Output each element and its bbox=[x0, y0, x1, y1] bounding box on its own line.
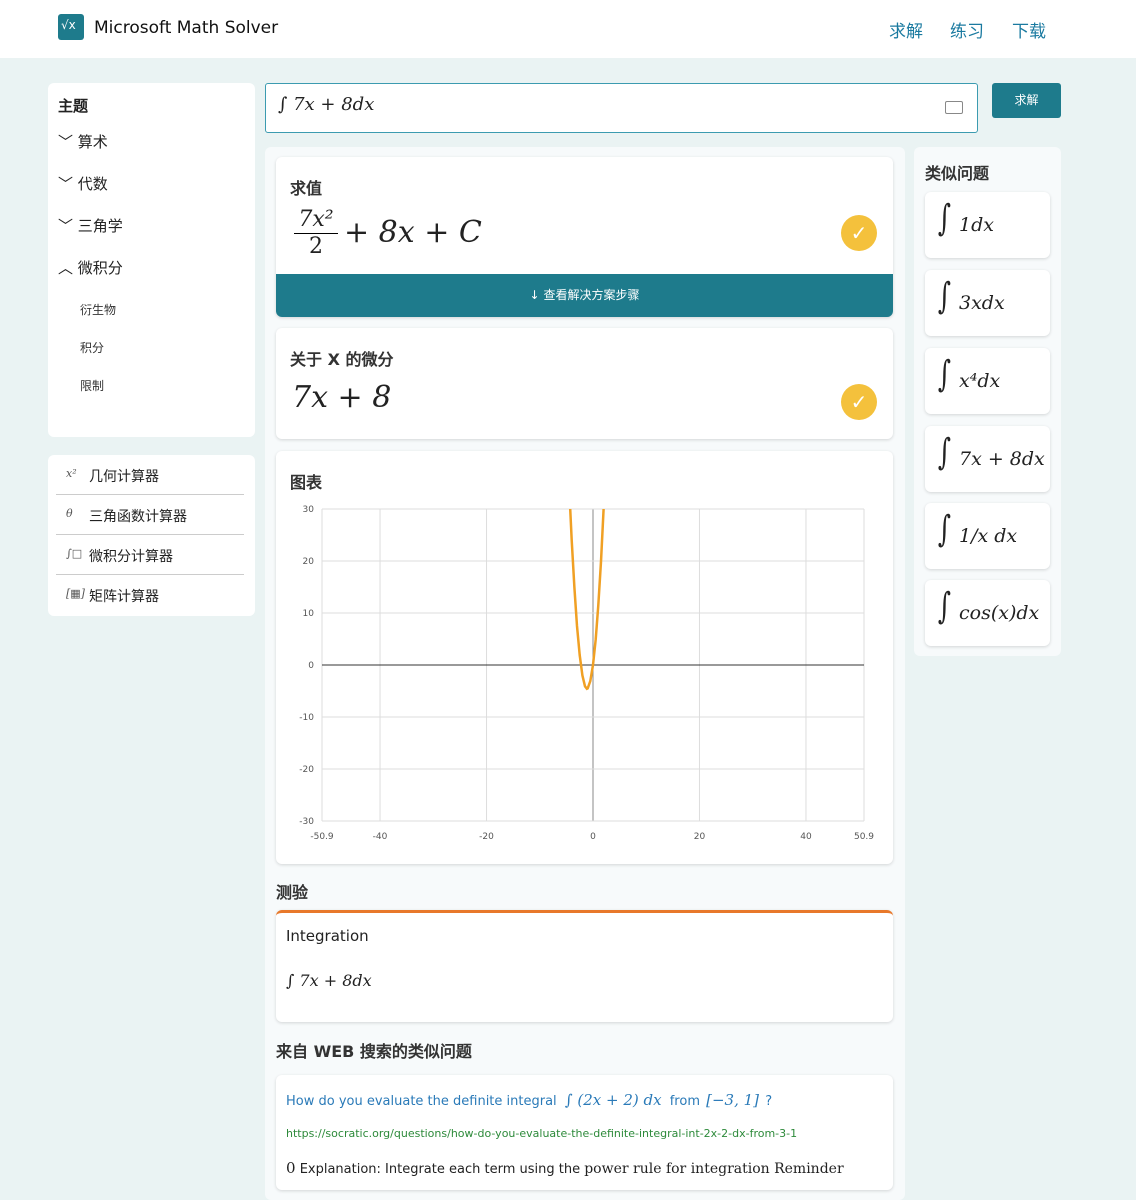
graph-card: 图表 -50.9 -40 -20 0 20 40 50.9 30 20 10 0 -10 -20 -30 bbox=[276, 451, 893, 864]
integral-icon: ∫ bbox=[937, 276, 951, 317]
derivative-card: 关于 X 的微分 7x + 8 ✓ bbox=[276, 328, 893, 439]
math-solver-logo-icon[interactable] bbox=[58, 14, 84, 40]
subtopic-derivatives[interactable]: 衍生物 bbox=[80, 301, 116, 318]
similar-problem-4[interactable]: ∫ 7x + 8dx bbox=[925, 426, 1050, 492]
topic-calculus[interactable]: ︿ 微积分 bbox=[58, 257, 123, 278]
quiz-card-title: Integration bbox=[286, 927, 369, 945]
derivative-title: 关于 X 的微分 bbox=[290, 350, 394, 369]
integral-icon: ∫ bbox=[937, 586, 951, 627]
x-squared-icon: x² bbox=[66, 467, 77, 480]
chevron-down-icon: ﹀ bbox=[58, 175, 74, 193]
x-tick-label: 20 bbox=[694, 832, 706, 842]
topics-panel: 主题 ﹀ 算术 ﹀ 代数 ﹀ 三角学 ︿ 微积分 衍生物 积分 限制 bbox=[48, 83, 255, 437]
similar-problem-2[interactable]: ∫ 3xdx bbox=[925, 270, 1050, 336]
topic-arithmetic[interactable]: ﹀ 算术 bbox=[58, 131, 108, 152]
web-results-title: 来自 WEB 搜索的类似问题 bbox=[276, 1042, 472, 1061]
web-result-card[interactable]: How do you evaluate the definite integra… bbox=[276, 1075, 893, 1190]
math-input-value[interactable]: ∫ 7x + 8dx bbox=[278, 94, 374, 115]
nav-solve[interactable]: 求解 bbox=[889, 17, 923, 42]
x-tick-label: -50.9 bbox=[310, 832, 334, 842]
chevron-down-icon: ﹀ bbox=[58, 217, 74, 235]
topics-title: 主题 bbox=[58, 97, 89, 115]
y-tick-label: 30 bbox=[303, 505, 315, 515]
web-result-question[interactable]: How do you evaluate the definite integra… bbox=[286, 1091, 772, 1109]
top-header: Microsoft Math Solver 求解 练习 下载 bbox=[0, 0, 1136, 58]
integral-icon: ∫ bbox=[937, 354, 951, 395]
web-result-snippet: 0 Explanation: Integrate each term using… bbox=[286, 1159, 844, 1177]
calculus-calculator-link[interactable]: ∫□ 微积分计算器 bbox=[56, 535, 244, 575]
x-tick-label: -20 bbox=[479, 832, 494, 842]
y-tick-label: -30 bbox=[299, 817, 314, 827]
keyboard-icon[interactable] bbox=[945, 101, 963, 114]
evaluate-title: 求值 bbox=[290, 179, 323, 198]
y-tick-label: 20 bbox=[303, 557, 315, 567]
nav-download[interactable]: 下载 bbox=[1012, 17, 1046, 42]
derivative-result: 7x + 8 bbox=[292, 380, 392, 415]
y-tick-label: -20 bbox=[299, 765, 314, 775]
evaluate-card: 求值 7x² 2 + 8x + C ✓ ↓ 查看解决方案步骤 bbox=[276, 157, 893, 317]
solve-button[interactable]: 求解 bbox=[992, 83, 1061, 118]
topic-algebra[interactable]: ﹀ 代数 bbox=[58, 173, 108, 194]
subtopic-limits[interactable]: 限制 bbox=[80, 377, 104, 394]
check-icon: ✓ bbox=[841, 384, 877, 420]
quiz-title: 测验 bbox=[276, 883, 309, 902]
subtopic-integrals[interactable]: 积分 bbox=[80, 339, 104, 356]
similar-title: 类似问题 bbox=[925, 164, 990, 183]
function-curve bbox=[568, 509, 605, 691]
theta-icon: θ bbox=[66, 507, 73, 520]
evaluate-fraction: 7x² 2 bbox=[294, 207, 338, 259]
arrow-down-icon: ↓ bbox=[529, 288, 540, 302]
matrix-calculator-link[interactable]: [▦] 矩阵计算器 bbox=[56, 575, 244, 615]
brand-title[interactable]: Microsoft Math Solver bbox=[94, 18, 278, 38]
function-graph[interactable]: -50.9 -40 -20 0 20 40 50.9 30 20 10 0 -10 -20 -30 bbox=[276, 451, 893, 864]
check-icon: ✓ bbox=[841, 215, 877, 251]
trig-calculator-link[interactable]: θ 三角函数计算器 bbox=[56, 495, 244, 535]
x-tick-label: 50.9 bbox=[854, 832, 874, 842]
x-tick-label: 0 bbox=[590, 832, 596, 842]
similar-problem-6[interactable]: ∫ cos(x)dx bbox=[925, 580, 1050, 646]
similar-problem-3[interactable]: ∫ x⁴dx bbox=[925, 348, 1050, 414]
topic-trigonometry[interactable]: ﹀ 三角学 bbox=[58, 215, 123, 236]
nav-practice[interactable]: 练习 bbox=[950, 17, 984, 42]
view-steps-button[interactable]: ↓ 查看解决方案步骤 bbox=[276, 274, 893, 317]
similar-problem-1[interactable]: ∫ 1dx bbox=[925, 192, 1050, 258]
y-tick-label: -10 bbox=[299, 713, 314, 723]
geometry-calculator-link[interactable]: x² 几何计算器 bbox=[56, 455, 244, 495]
integral-icon: ∫□ bbox=[66, 547, 83, 560]
quiz-card[interactable]: Integration ∫ 7x + 8dx bbox=[276, 910, 893, 1022]
integral-icon: ∫ bbox=[937, 509, 951, 550]
x-tick-label: -40 bbox=[373, 832, 388, 842]
chevron-down-icon: ﹀ bbox=[58, 133, 74, 151]
matrix-icon: [▦] bbox=[66, 587, 85, 600]
web-result-url[interactable]: https://socratic.org/questions/how-do-yo… bbox=[286, 1127, 797, 1140]
x-tick-label: 40 bbox=[800, 832, 812, 842]
integral-icon: ∫ bbox=[937, 432, 951, 473]
math-input[interactable]: ∫ 7x + 8dx bbox=[265, 83, 978, 133]
chevron-up-icon: ︿ bbox=[58, 259, 74, 277]
similar-problem-5[interactable]: ∫ 1/x dx bbox=[925, 503, 1050, 569]
calculators-panel: x² 几何计算器 θ 三角函数计算器 ∫□ 微积分计算器 [▦] 矩阵计算器 bbox=[48, 455, 255, 616]
y-tick-label: 0 bbox=[308, 661, 314, 671]
y-tick-label: 10 bbox=[303, 609, 315, 619]
quiz-expression: ∫ 7x + 8dx bbox=[286, 971, 372, 990]
evaluate-result: + 8x + C bbox=[344, 215, 482, 250]
integral-icon: ∫ bbox=[937, 198, 951, 239]
